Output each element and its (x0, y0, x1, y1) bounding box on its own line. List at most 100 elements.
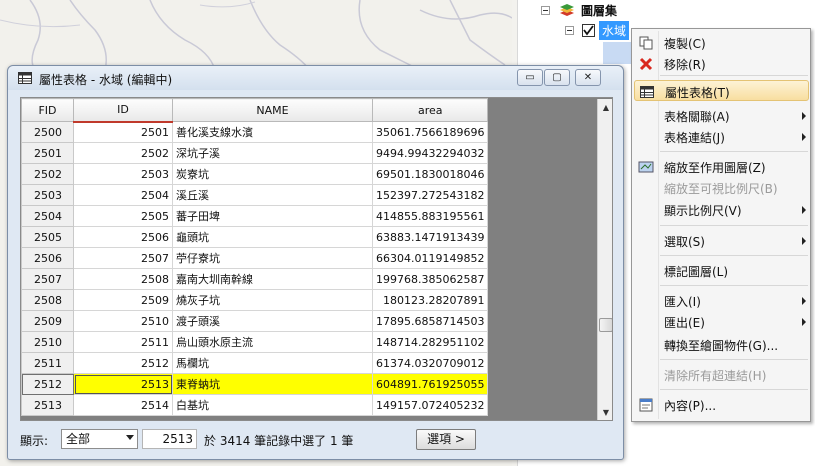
column-header-id[interactable]: ID (73, 98, 173, 123)
show-filter-select[interactable]: 全部 (61, 429, 138, 449)
menu-item-properties[interactable]: 內容(P)... (634, 394, 809, 415)
cell-id[interactable]: 2504 (73, 184, 173, 206)
cell-area[interactable]: 63883.1471913439 (371, 226, 489, 248)
cell-fid[interactable]: 2502 (21, 163, 74, 185)
cell-fid[interactable]: 2504 (21, 205, 74, 227)
cell-name[interactable]: 苧仔寮坑 (172, 247, 373, 269)
toc-group-row[interactable]: 圖層集 (541, 1, 617, 19)
scroll-thumb[interactable] (599, 318, 612, 332)
cell-fid[interactable]: 2508 (21, 289, 74, 311)
cell-id[interactable]: 2510 (73, 310, 173, 332)
cell-fid[interactable]: 2511 (21, 352, 74, 374)
menu-item-remove[interactable]: 移除(R) (634, 53, 809, 74)
cell-fid[interactable]: 2510 (21, 331, 74, 353)
table-row[interactable]: 2503 2504 溪丘溪 152397.272543182 (21, 184, 489, 206)
menu-item-convert-graphics[interactable]: 轉換至繪圖物件(G)... (634, 334, 809, 355)
menu-item-visible-scale[interactable]: 顯示比例尺(V) (634, 199, 809, 220)
table-row[interactable]: 2510 2511 烏山頭水原主流 148714.282951102 (21, 331, 489, 353)
cell-name[interactable]: 馬欄坑 (172, 352, 373, 374)
cell-fid[interactable]: 2509 (21, 310, 74, 332)
cell-id[interactable]: 2512 (73, 352, 173, 374)
toc-layer-row[interactable]: 水域 (565, 20, 630, 40)
menu-item-label-layer[interactable]: 標記圖層(L) (634, 260, 809, 281)
cell-fid[interactable]: 2506 (21, 247, 74, 269)
cell-area[interactable]: 61374.0320709012 (371, 352, 489, 374)
cell-fid[interactable]: 2507 (21, 268, 74, 290)
cell-id[interactable]: 2508 (73, 268, 173, 290)
table-grid-area[interactable]: FID ID NAME area 2500 2501 善化溪支線水濱 35061.75… (20, 97, 613, 421)
cell-id[interactable]: 2509 (73, 289, 173, 311)
title-bar[interactable]: 屬性表格 - 水域 (編輯中) ▭ ▢ ✕ (8, 66, 623, 90)
cell-name[interactable]: 炭寮坑 (172, 163, 373, 185)
cell-area[interactable]: 414855.883195561 (371, 205, 489, 227)
collapse-icon[interactable] (541, 5, 550, 15)
table-row[interactable]: 2508 2509 燒灰子坑 180123.28207891 (21, 289, 489, 311)
cell-area[interactable]: 199768.385062587 (371, 268, 489, 290)
cell-id[interactable]: 2505 (73, 205, 173, 227)
minimize-button[interactable]: ▭ (517, 69, 543, 86)
menu-item-table-relate[interactable]: 表格關聯(A) (634, 105, 809, 126)
table-row[interactable]: 2500 2501 善化溪支線水濱 35061.7566189696 (21, 121, 489, 143)
cell-fid[interactable]: 2501 (21, 142, 74, 164)
toc-layer-label[interactable]: 水域 (599, 20, 630, 40)
menu-item-copy[interactable]: 複製(C) (634, 32, 809, 53)
cell-name[interactable]: 蕃子田埤 (172, 205, 373, 227)
layer-visibility-checkbox[interactable] (582, 23, 595, 37)
table-row[interactable]: 2509 2510 渡子頭溪 17895.6858714503 (21, 310, 489, 332)
vertical-scrollbar[interactable]: ▲ ▼ (597, 99, 612, 420)
cell-area[interactable]: 66304.0119149852 (371, 247, 489, 269)
column-header-area[interactable]: area (371, 98, 489, 122)
cell-id[interactable]: 2502 (73, 142, 173, 164)
cell-id[interactable]: 2501 (73, 121, 173, 143)
cell-name[interactable]: 東脊蚋坑 (172, 373, 373, 395)
cell-area[interactable]: 152397.272543182 (371, 184, 489, 206)
cell-fid[interactable]: 2503 (21, 184, 74, 206)
menu-item-attribute-table[interactable]: 屬性表格(T) (634, 80, 809, 101)
table-row[interactable]: 2512 2513 東脊蚋坑 604891.761925055 (21, 373, 489, 395)
cell-name[interactable]: 白基坑 (172, 394, 373, 416)
table-row[interactable]: 2506 2507 苧仔寮坑 66304.0119149852 (21, 247, 489, 269)
cell-name[interactable]: 渡子頭溪 (172, 310, 373, 332)
column-header-fid[interactable]: FID (21, 98, 74, 122)
cell-area[interactable]: 180123.28207891 (371, 289, 489, 311)
cell-name[interactable]: 燒灰子坑 (172, 289, 373, 311)
scroll-down-icon[interactable]: ▼ (598, 404, 612, 420)
cell-fid[interactable]: 2500 (21, 121, 74, 143)
cell-area[interactable]: 149157.072405232 (371, 394, 489, 416)
cell-name[interactable]: 溪丘溪 (172, 184, 373, 206)
restore-button[interactable]: ▢ (544, 69, 570, 86)
column-header-name[interactable]: NAME (172, 98, 373, 122)
cell-area[interactable]: 9494.99432294032 (371, 142, 489, 164)
options-button[interactable]: 選項 > (416, 429, 476, 450)
cell-id[interactable]: 2503 (73, 163, 173, 185)
cell-fid[interactable]: 2512 (21, 373, 74, 395)
menu-item-selection[interactable]: 選取(S) (634, 230, 809, 251)
cell-area[interactable]: 69501.1830018046 (371, 163, 489, 185)
menu-item-export[interactable]: 匯出(E) (634, 311, 809, 332)
cell-name[interactable]: 深坑子溪 (172, 142, 373, 164)
cell-id[interactable]: 2513 (73, 373, 173, 395)
menu-item-zoom-to-layer[interactable]: 縮放至作用圖層(Z) (634, 156, 809, 177)
cell-fid[interactable]: 2513 (21, 394, 74, 416)
cell-id[interactable]: 2506 (73, 226, 173, 248)
close-button[interactable]: ✕ (575, 69, 601, 86)
cell-id[interactable]: 2507 (73, 247, 173, 269)
table-row[interactable]: 2511 2512 馬欄坑 61374.0320709012 (21, 352, 489, 374)
cell-name[interactable]: 嘉南大圳南幹線 (172, 268, 373, 290)
cell-name[interactable]: 龜頭坑 (172, 226, 373, 248)
table-row[interactable]: 2507 2508 嘉南大圳南幹線 199768.385062587 (21, 268, 489, 290)
table-row[interactable]: 2513 2514 白基坑 149157.072405232 (21, 394, 489, 416)
cell-name[interactable]: 善化溪支線水濱 (172, 121, 373, 143)
record-number-input[interactable]: 2513 (142, 429, 197, 449)
table-row[interactable]: 2505 2506 龜頭坑 63883.1471913439 (21, 226, 489, 248)
cell-id[interactable]: 2514 (73, 394, 173, 416)
scroll-up-icon[interactable]: ▲ (598, 99, 612, 115)
table-row[interactable]: 2501 2502 深坑子溪 9494.99432294032 (21, 142, 489, 164)
table-row[interactable]: 2504 2505 蕃子田埤 414855.883195561 (21, 205, 489, 227)
menu-item-import[interactable]: 匯入(I) (634, 290, 809, 311)
collapse-icon[interactable] (565, 25, 574, 35)
table-row[interactable]: 2502 2503 炭寮坑 69501.1830018046 (21, 163, 489, 185)
cell-id[interactable]: 2511 (73, 331, 173, 353)
cell-area[interactable]: 35061.7566189696 (371, 121, 489, 143)
cell-area[interactable]: 604891.761925055 (371, 373, 489, 395)
